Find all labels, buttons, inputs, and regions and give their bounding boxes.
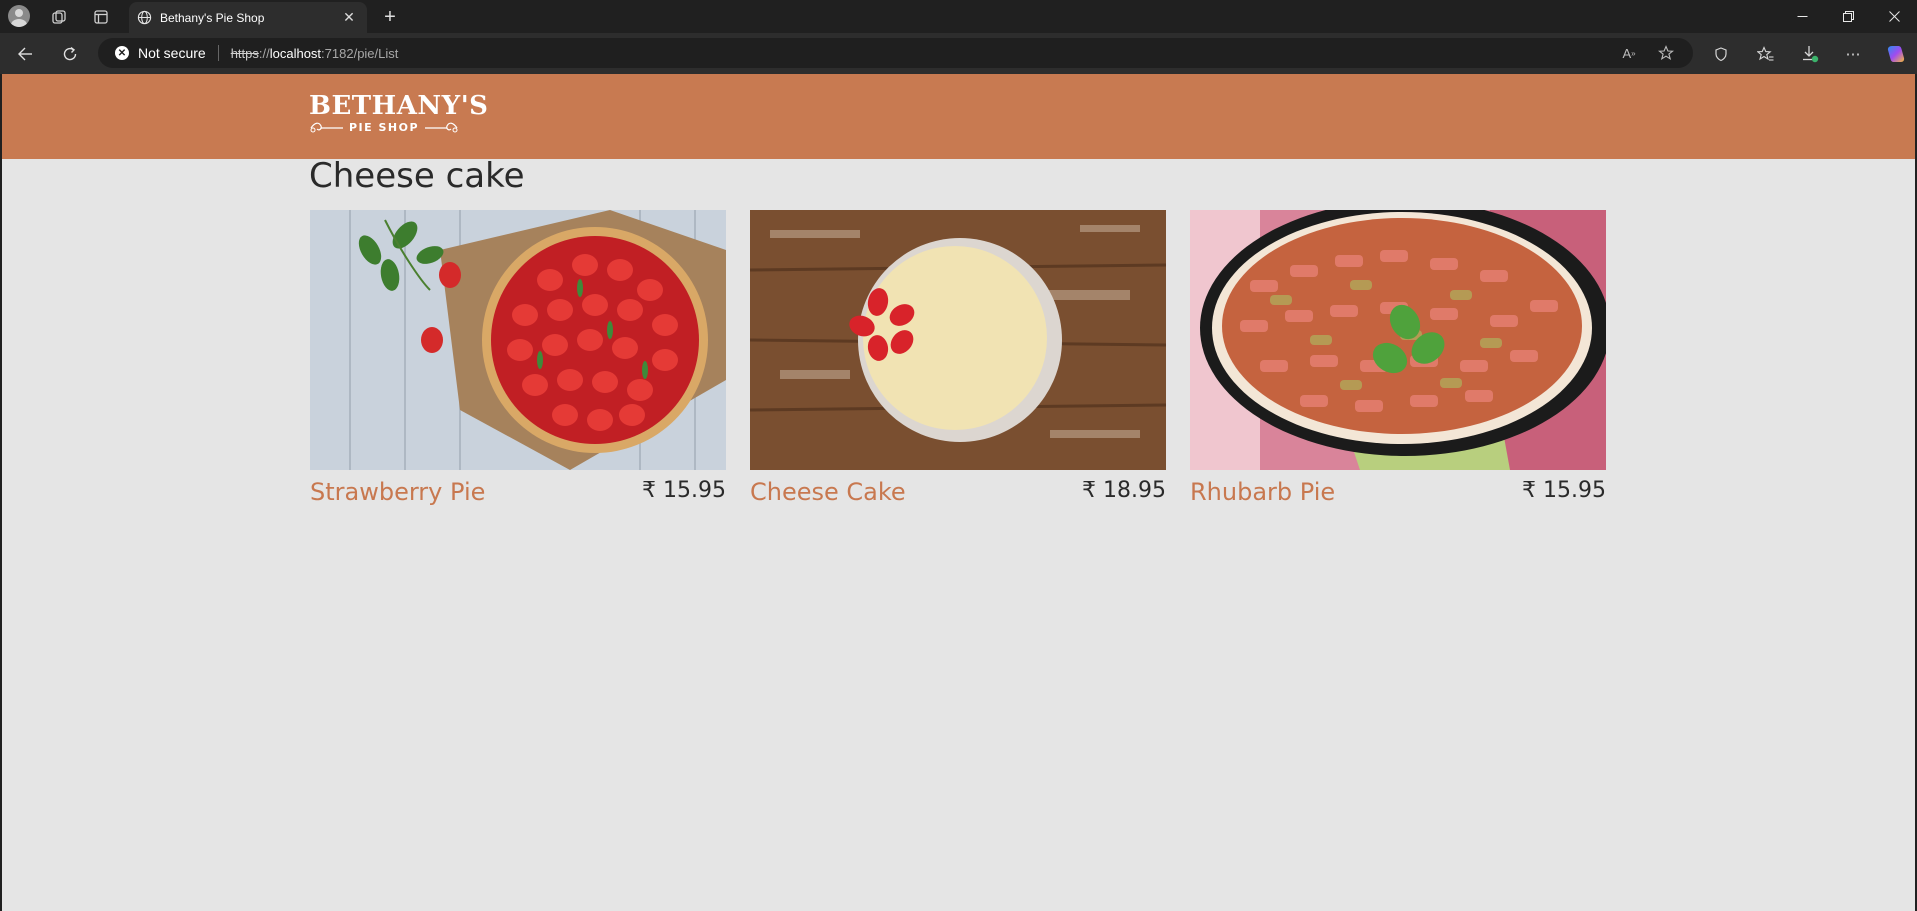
pie-price: ₹ 15.95	[642, 478, 726, 503]
pie-card: Strawberry Pie ₹ 15.95	[310, 210, 726, 506]
address-divider	[217, 45, 219, 61]
url-path: :7182/pie/List	[321, 45, 399, 61]
restore-icon[interactable]	[1825, 0, 1871, 33]
read-aloud-icon[interactable]: A»	[1618, 42, 1640, 64]
more-options-icon[interactable]: ⋯	[1841, 42, 1865, 66]
navigation-bar: ✕ Not secure https://localhost:7182/pie/…	[0, 33, 1917, 74]
new-tab-icon[interactable]: +	[378, 6, 402, 28]
page-title: Cheese cake	[309, 156, 525, 196]
left-swirl-icon	[310, 122, 343, 132]
url-host: localhost	[269, 45, 322, 61]
logo-title: BETHANY'S	[309, 91, 489, 121]
page-viewport: BETHANY'S PIE SHOP Cheese cake Strawberr…	[2, 74, 1915, 911]
strawberry-pie-image[interactable]	[310, 210, 726, 470]
right-swirl-icon	[425, 122, 458, 132]
browser-essentials-icon[interactable]	[1709, 42, 1733, 66]
address-bar[interactable]: ✕ Not secure https://localhost:7182/pie/…	[98, 38, 1693, 68]
rhubarb-pie-image[interactable]	[1190, 210, 1606, 470]
profile-avatar-icon[interactable]	[8, 5, 30, 27]
url-text[interactable]: https://localhost:7182/pie/List	[231, 46, 399, 61]
tab-title: Bethany's Pie Shop	[160, 10, 265, 25]
site-header: BETHANY'S PIE SHOP	[2, 74, 1915, 159]
vertical-tabs-icon[interactable]	[90, 6, 112, 28]
minimize-icon[interactable]	[1779, 0, 1825, 33]
pie-card: Rhubarb Pie ₹ 15.95	[1190, 210, 1606, 506]
site-logo[interactable]: BETHANY'S PIE SHOP	[309, 91, 489, 143]
favorites-icon[interactable]	[1753, 42, 1777, 66]
pie-card: Cheese Cake ₹ 18.95	[750, 210, 1166, 506]
window-title-bar: Bethany's Pie Shop ✕ +	[0, 0, 1917, 33]
cheese-cake-image[interactable]	[750, 210, 1166, 470]
pie-name-link[interactable]: Rhubarb Pie	[1190, 478, 1335, 506]
refresh-icon[interactable]	[58, 42, 82, 66]
favorite-star-icon[interactable]	[1655, 42, 1677, 64]
close-tab-icon[interactable]: ✕	[339, 8, 359, 28]
close-window-icon[interactable]	[1871, 0, 1917, 33]
copilot-icon[interactable]	[1884, 42, 1908, 66]
logo-subtitle: PIE SHOP	[349, 121, 420, 134]
url-protocol: https	[230, 45, 259, 61]
pie-price: ₹ 15.95	[1522, 478, 1606, 503]
back-icon[interactable]	[13, 42, 37, 66]
browser-tab[interactable]: Bethany's Pie Shop ✕	[129, 2, 367, 33]
pie-name-link[interactable]: Strawberry Pie	[310, 478, 485, 506]
downloads-icon[interactable]	[1798, 42, 1822, 66]
globe-icon	[136, 10, 152, 26]
security-label[interactable]: Not secure	[138, 45, 206, 61]
not-secure-icon[interactable]: ✕	[115, 46, 129, 60]
pie-name-link[interactable]: Cheese Cake	[750, 478, 906, 506]
collections-icon[interactable]	[48, 6, 70, 28]
url-separator: ://	[258, 45, 270, 61]
pie-price: ₹ 18.95	[1082, 478, 1166, 503]
